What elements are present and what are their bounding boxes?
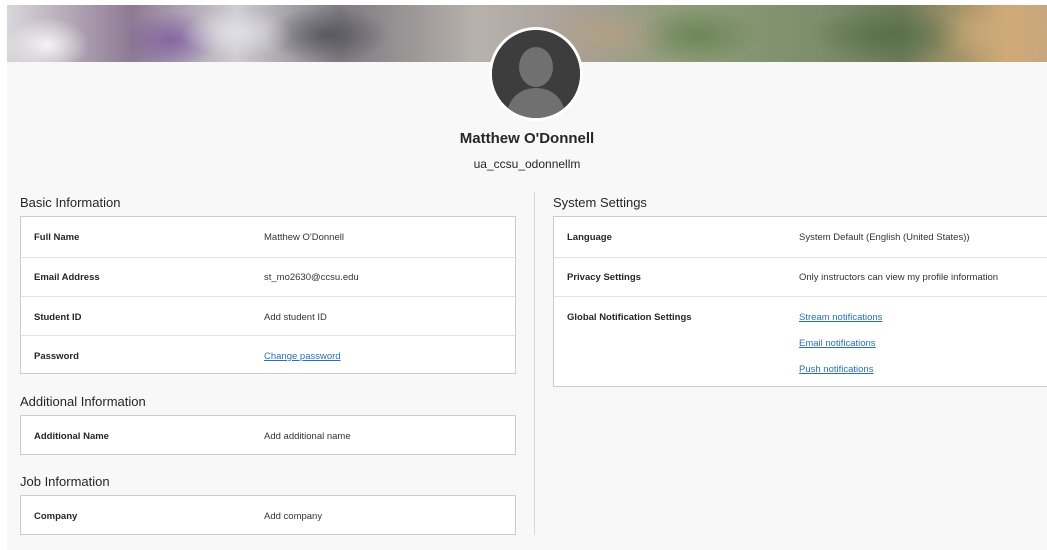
language-label: Language — [567, 232, 612, 243]
language-row: Language System Default (English (United… — [554, 217, 1047, 257]
job-information-card: Company Add company — [20, 495, 516, 535]
system-settings-card: Language System Default (English (United… — [553, 216, 1047, 387]
global-notification-settings-row: Global Notification Settings Stream noti… — [554, 297, 1047, 387]
privacy-settings-label: Privacy Settings — [567, 272, 641, 283]
default-person-silhouette-icon — [492, 30, 580, 118]
privacy-settings-value[interactable]: Only instructors can view my profile inf… — [799, 272, 998, 283]
company-row: Company Add company — [21, 496, 515, 534]
job-information-title: Job Information — [20, 474, 110, 489]
add-company[interactable]: Add company — [264, 511, 322, 522]
column-divider — [534, 192, 535, 535]
company-label: Company — [34, 511, 78, 522]
push-notifications-link[interactable]: Push notifications — [799, 364, 873, 375]
full-name-row: Full Name Matthew O'Donnell — [21, 217, 515, 257]
system-settings-title: System Settings — [553, 195, 647, 210]
profile-page: Matthew O'Donnell ua_ccsu_odonnellm Basi… — [7, 5, 1047, 550]
additional-information-card: Additional Name Add additional name — [20, 415, 516, 455]
full-name-value: Matthew O'Donnell — [264, 232, 344, 243]
stream-notifications-link[interactable]: Stream notifications — [799, 312, 882, 323]
password-row: Password Change password — [21, 336, 515, 374]
additional-name-label: Additional Name — [34, 431, 109, 442]
privacy-settings-row: Privacy Settings Only instructors can vi… — [554, 258, 1047, 296]
add-additional-name[interactable]: Add additional name — [264, 431, 351, 442]
profile-name: Matthew O'Donnell — [459, 130, 595, 147]
student-id-row: Student ID Add student ID — [21, 297, 515, 335]
change-password-link[interactable]: Change password — [264, 351, 341, 362]
add-student-id[interactable]: Add student ID — [264, 312, 327, 323]
password-label: Password — [34, 351, 79, 362]
email-label: Email Address — [34, 272, 100, 283]
email-row: Email Address st_mo2630@ccsu.edu — [21, 258, 515, 296]
global-notification-settings-label: Global Notification Settings — [567, 312, 692, 323]
email-notifications-link[interactable]: Email notifications — [799, 338, 876, 349]
full-name-label: Full Name — [34, 232, 80, 243]
avatar[interactable] — [489, 27, 583, 121]
basic-information-title: Basic Information — [20, 195, 121, 210]
language-value[interactable]: System Default (English (United States)) — [799, 232, 970, 243]
additional-name-row: Additional Name Add additional name — [21, 416, 515, 454]
email-value: st_mo2630@ccsu.edu — [264, 272, 359, 283]
student-id-label: Student ID — [34, 312, 82, 323]
profile-username: ua_ccsu_odonnellm — [473, 157, 581, 171]
additional-information-title: Additional Information — [20, 394, 146, 409]
basic-information-card: Full Name Matthew O'Donnell Email Addres… — [20, 216, 516, 374]
